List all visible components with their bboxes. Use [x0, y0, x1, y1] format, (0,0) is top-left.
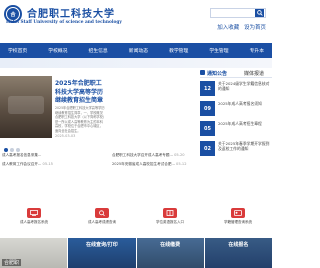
quick-link[interactable]: 成人高考成绩查询 — [68, 196, 136, 226]
notice-text: 2025年成人高考招生章程 — [218, 121, 262, 126]
list-item[interactable]: 2025年安徽省成人高校招生考试合肥... 05-12 — [112, 162, 187, 167]
quick-links: 成人高考报名系统 成人高考成绩查询 学位英语报名入口 学籍管理查询系统 — [0, 196, 272, 226]
nav-item-overview[interactable]: 学校概况 — [48, 47, 67, 54]
search-icon[interactable] — [255, 9, 264, 17]
tile-online-payment[interactable]: 在线缴费 — [136, 238, 204, 268]
list-item[interactable]: 成人教育工作会议召开... 05-15 — [2, 162, 53, 167]
search-input[interactable] — [210, 8, 266, 18]
search-doc-icon — [95, 208, 109, 218]
quick-link-label: 成人高考成绩查询 — [88, 220, 116, 224]
bell-icon — [200, 70, 205, 75]
news-date: 05-20 — [174, 153, 185, 157]
quick-link[interactable]: 学籍管理查询系统 — [204, 196, 272, 226]
nav-item-home[interactable]: 学校首页 — [8, 47, 27, 54]
school-name-en: Hefei Staff University of science and te… — [6, 20, 122, 25]
banner-strip — [0, 58, 272, 68]
id-card-icon — [231, 208, 245, 218]
quick-link-label: 学位英语报名入口 — [156, 220, 184, 224]
notice-text: 2025年成人高考报名须知 — [218, 101, 262, 106]
tile-online-registration[interactable]: 在线报名 — [204, 238, 272, 268]
list-item[interactable]: 成人高考报名信息采集... — [2, 153, 41, 158]
featured-news-summary: 2025年合肥职工科技大学高等学历继续教育招生简章，一、学校概况合肥职工科技大学… — [55, 106, 105, 133]
news-date: 05-15 — [42, 162, 53, 166]
nav-item-students[interactable]: 学生管理 — [209, 47, 228, 54]
list-item[interactable]: 合肥职工科技大学召开成人高考专题... 05-20 — [112, 153, 185, 158]
main-nav: 学校首页 学校概况 招生信息 新闻动态 教学管理 学生管理 专升本 — [0, 43, 272, 58]
set-homepage-link[interactable]: 设为首页 — [244, 25, 266, 31]
tile-label: 在线报名 — [228, 242, 249, 248]
featured-news-title[interactable]: 2025年合肥职工科技大学高等学历 继续教育招生简章 — [55, 80, 105, 106]
date-badge: 02 — [200, 141, 215, 156]
featured-news-date: 2025-03-03 — [55, 134, 76, 138]
nav-item-upgrade[interactable]: 专升本 — [250, 47, 264, 54]
school-name-cn[interactable]: 合肥职工科技大学 — [27, 5, 115, 20]
notice-item[interactable]: 05 2025年成人高考招生章程 — [200, 121, 272, 141]
quick-link-label: 成人高考报名系统 — [20, 220, 48, 224]
nav-item-admissions[interactable]: 招生信息 — [89, 47, 108, 54]
tile-label: 在线缴费 — [160, 242, 181, 248]
featured-news-photo[interactable] — [0, 76, 52, 138]
date-badge: 09 — [200, 101, 215, 116]
site-header: 合 合肥职工科技大学 Hefei Staff University of sci… — [0, 0, 272, 43]
top-links: 加入收藏 设为首页 — [214, 23, 266, 31]
notice-text: 关于2024级学生学籍信息核对的通知 — [218, 81, 270, 91]
nav-item-teaching[interactable]: 教学管理 — [169, 47, 188, 54]
quick-link-label: 学籍管理查询系统 — [224, 220, 252, 224]
notice-item[interactable]: 12 关于2024级学生学籍信息核对的通知 — [200, 81, 272, 101]
tab-media[interactable]: 媒体报道 — [244, 70, 264, 77]
news-title: 2025年安徽省成人高校招生考试合肥... — [112, 162, 175, 166]
news-title: 成人高考报名信息采集... — [2, 153, 42, 157]
nav-item-news[interactable]: 新闻动态 — [129, 47, 148, 54]
tile-online-query[interactable]: 在线查询/打印 — [68, 238, 136, 268]
notice-text: 关于2025年春季学期开学报到及返校工作的通知 — [218, 141, 270, 151]
book-icon — [163, 208, 177, 218]
news-date: 05-12 — [176, 162, 187, 166]
tab-notices[interactable]: 通知公告 — [207, 70, 227, 77]
slider-dot[interactable] — [16, 148, 20, 152]
date-badge: 12 — [200, 81, 215, 96]
slider-dots — [4, 148, 20, 152]
notice-panel: 通知公告 媒体报道 12 关于2024级学生学籍信息核对的通知 09 2025年… — [200, 68, 272, 168]
slider-dot[interactable] — [4, 148, 8, 152]
notice-item[interactable]: 02 关于2025年春季学期开学报到及返校工作的通知 — [200, 141, 272, 161]
tile-caption: 合肥职 — [2, 259, 22, 266]
news-title: 合肥职工科技大学召开成人高考专题... — [112, 153, 173, 157]
tile-label: 在线查询/打印 — [85, 242, 118, 248]
slider-dot[interactable] — [10, 148, 14, 152]
computer-icon — [27, 208, 41, 218]
service-tiles: 合肥职 在线查询/打印 在线缴费 在线报名 — [0, 238, 272, 268]
notice-item[interactable]: 09 2025年成人高考报名须知 — [200, 101, 272, 121]
news-title: 成人教育工作会议召开... — [2, 162, 42, 166]
quick-link[interactable]: 成人高考报名系统 — [0, 196, 68, 226]
quick-link[interactable]: 学位英语报名入口 — [136, 196, 204, 226]
featured-news: 2025年合肥职工科技大学高等学历 继续教育招生简章 2025年合肥职工科技大学… — [0, 68, 200, 156]
emblem-text: 合 — [10, 11, 16, 18]
date-badge: 05 — [200, 121, 215, 136]
notice-tabs: 通知公告 媒体报道 — [200, 68, 272, 78]
campus-photo-tile[interactable]: 合肥职 — [0, 238, 68, 268]
add-favorite-link[interactable]: 加入收藏 — [217, 25, 239, 31]
